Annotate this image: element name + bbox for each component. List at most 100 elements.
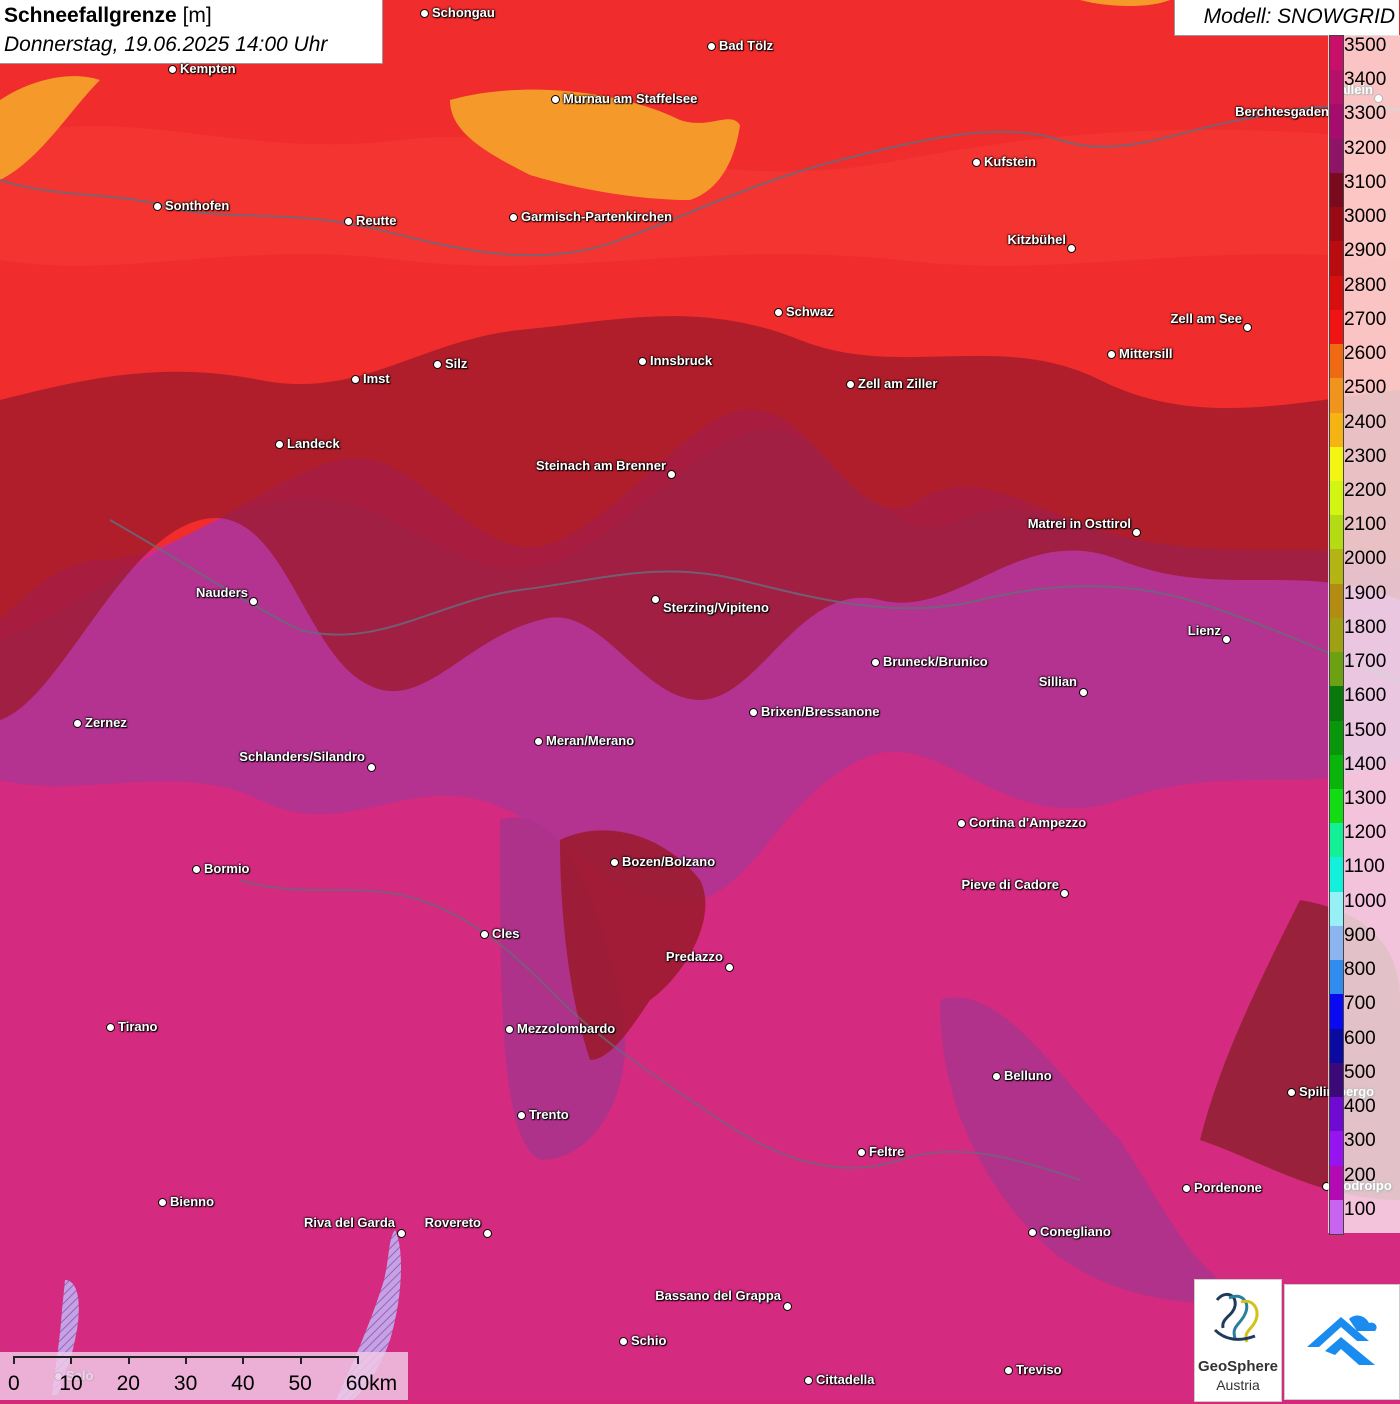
geosphere-logo-sub: Austria: [1216, 1377, 1260, 1393]
city-label: Pordenone: [1194, 1180, 1262, 1195]
color-legend-bar: [1329, 35, 1344, 1235]
city-label: Bienno: [170, 1194, 215, 1209]
city-marker: [397, 1229, 406, 1238]
legend-swatch: [1330, 583, 1343, 619]
legend-swatch: [1330, 754, 1343, 790]
city-label: Imst: [363, 371, 390, 386]
legend-swatch: [1330, 480, 1343, 516]
legend-label: 1100: [1344, 856, 1385, 878]
city-marker: [509, 213, 518, 222]
partner-logo[interactable]: [1284, 1284, 1400, 1400]
city-label: Silz: [445, 356, 468, 371]
legend-swatch: [1330, 172, 1343, 208]
city-marker: [610, 858, 619, 867]
legend-swatch: [1330, 138, 1343, 174]
scale-label: 50: [288, 1372, 312, 1395]
city-label: Cortina d'Ampezzo: [969, 815, 1087, 830]
legend-swatch: [1330, 823, 1343, 858]
legend-swatch: [1330, 515, 1343, 550]
legend-label: 2700: [1344, 308, 1387, 330]
city-label: Innsbruck: [650, 353, 713, 368]
city-label: Meran/Merano: [546, 733, 635, 748]
legend-swatch: [1330, 446, 1343, 482]
city-label: Sterzing/Vipiteno: [663, 600, 769, 615]
map-datetime: Donnerstag, 19.06.2025 14:00 Uhr: [4, 33, 328, 56]
city-label: Schio: [631, 1333, 667, 1348]
legend-swatch: [1330, 378, 1343, 413]
legend-label: 1600: [1344, 685, 1387, 707]
city-label: Sonthofen: [165, 198, 230, 213]
city-label: Nauders: [195, 585, 248, 600]
legend-label: 2000: [1344, 548, 1387, 570]
city-marker: [667, 470, 676, 479]
legend-label: 500: [1344, 1061, 1376, 1083]
legend-swatch: [1330, 686, 1343, 722]
city-marker: [1067, 244, 1076, 253]
city-marker: [505, 1025, 514, 1034]
legend-label: 3400: [1344, 69, 1387, 91]
scale-tick: [13, 1356, 15, 1364]
legend-label: 2300: [1344, 445, 1387, 467]
legend-label: 3000: [1344, 206, 1387, 228]
city-label: Belluno: [1004, 1068, 1052, 1083]
legend-swatch: [1330, 857, 1343, 893]
city-label: Treviso: [1016, 1362, 1062, 1377]
city-marker: [972, 158, 981, 167]
city-marker: [871, 658, 880, 667]
city-marker: [857, 1148, 866, 1157]
city-label: Sillian: [1038, 674, 1077, 689]
city-label: Zell am See: [1170, 311, 1242, 326]
city-marker: [749, 708, 758, 717]
city-label: Zell am Ziller: [858, 376, 938, 391]
city-label: Landeck: [287, 436, 340, 451]
legend-swatch: [1330, 960, 1343, 995]
scale-tick: [242, 1356, 245, 1364]
legend-label: 200: [1344, 1164, 1376, 1186]
city-marker: [158, 1198, 167, 1207]
city-label: Zernez: [85, 715, 127, 730]
city-marker: [534, 737, 543, 746]
legend-label: 1800: [1344, 616, 1387, 638]
city-label: Murnau am Staffelsee: [563, 91, 698, 106]
city-marker: [1107, 350, 1116, 359]
legend-swatch: [1330, 309, 1343, 345]
city-marker: [153, 202, 162, 211]
legend-swatch: [1330, 789, 1343, 824]
city-label: Kufstein: [984, 154, 1036, 169]
scale-label: 0: [8, 1372, 20, 1395]
legend-label: 2400: [1344, 411, 1387, 433]
geosphere-logo[interactable]: GeoSphere Austria: [1194, 1279, 1282, 1402]
city-label: Cittadella: [816, 1372, 875, 1387]
legend-swatch: [1330, 275, 1343, 311]
city-marker: [344, 217, 353, 226]
model-box: Modell: SNOWGRID: [1174, 0, 1399, 36]
city-marker: [106, 1023, 115, 1032]
city-marker: [846, 380, 855, 389]
city-marker: [725, 963, 734, 972]
scale-label: 10: [59, 1372, 83, 1395]
city-label: Bormio: [204, 861, 250, 876]
legend-label: 1000: [1344, 890, 1387, 912]
city-marker: [619, 1337, 628, 1346]
city-label: Schwaz: [786, 304, 834, 319]
scale-tick: [299, 1356, 302, 1364]
city-label: Steinach am Brenner: [535, 458, 666, 473]
legend-label: 1900: [1344, 582, 1387, 604]
scale-label: 60km: [345, 1372, 398, 1395]
city-marker: [1222, 635, 1231, 644]
city-marker: [275, 440, 284, 449]
city-marker: [420, 9, 429, 18]
city-label: Kempten: [180, 61, 236, 76]
legend-label: 1500: [1344, 719, 1387, 741]
legend-swatch: [1330, 104, 1343, 140]
legend-swatch: [1330, 1199, 1343, 1235]
legend-label: 2600: [1344, 343, 1387, 365]
city-marker: [483, 1229, 492, 1238]
city-label: Bassano del Grappa: [655, 1288, 781, 1303]
city-marker: [992, 1072, 1001, 1081]
city-marker: [804, 1376, 813, 1385]
legend-swatch: [1330, 891, 1343, 927]
city-label: Trento: [529, 1107, 569, 1122]
legend-label: 3300: [1344, 103, 1387, 125]
city-marker: [638, 357, 647, 366]
